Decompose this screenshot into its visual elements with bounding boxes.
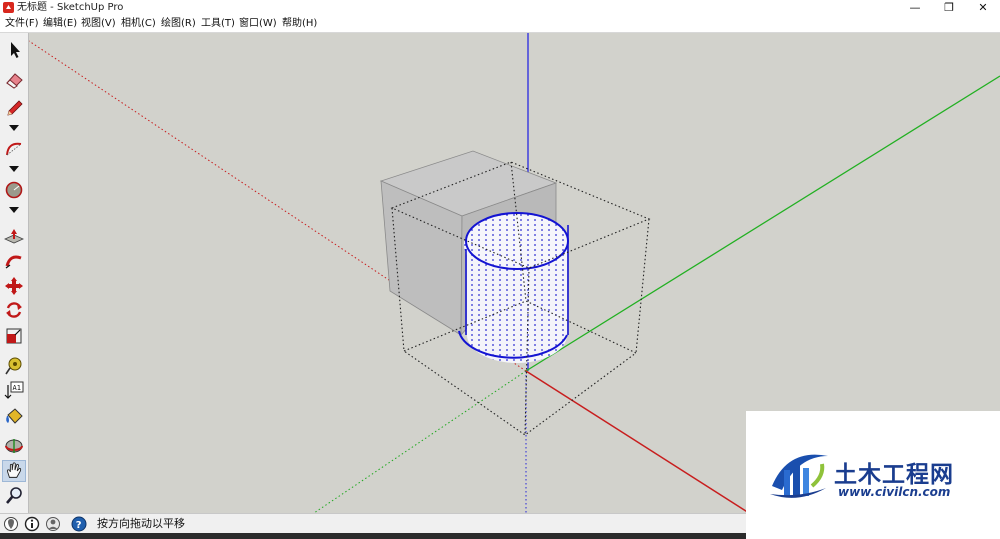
menu-edit[interactable]: 编辑(E) xyxy=(43,17,77,31)
rotate-icon xyxy=(6,302,22,318)
rotate-tool[interactable] xyxy=(2,299,26,321)
title-bar: 无标题 - SketchUp Pro — ❐ ✕ xyxy=(0,0,1000,16)
window-title: 无标题 - SketchUp Pro xyxy=(17,2,124,13)
follow-me-tool[interactable] xyxy=(2,250,26,272)
scale-icon xyxy=(6,328,22,344)
menu-view[interactable]: 视图(V) xyxy=(81,17,116,31)
info-icon[interactable] xyxy=(24,516,40,532)
move-tool[interactable] xyxy=(2,275,26,297)
menu-camera[interactable]: 相机(C) xyxy=(121,17,156,31)
arc-icon xyxy=(6,142,22,156)
watermark-url: www.civilcn.com xyxy=(838,485,951,499)
civilcn-logo-icon xyxy=(770,454,828,498)
menu-draw[interactable]: 绘图(R) xyxy=(161,17,196,31)
site-watermark: 土木工程网 www.civilcn.com xyxy=(746,411,1000,539)
menu-window[interactable]: 窗口(W) xyxy=(239,17,277,31)
pencil-dropdown-chevron-icon[interactable] xyxy=(8,124,20,132)
close-button[interactable]: ✕ xyxy=(966,0,1000,16)
restore-button[interactable]: ❐ xyxy=(932,0,966,16)
paint-bucket-tool[interactable] xyxy=(2,405,26,427)
large-tool-set: A1 xyxy=(0,33,29,513)
orbit-icon xyxy=(5,439,23,453)
magnifier-icon xyxy=(6,487,22,504)
shape-dropdown-chevron-icon[interactable] xyxy=(8,206,20,214)
minimize-button[interactable]: — xyxy=(898,0,932,16)
menu-bar: 文件(F) 编辑(E) 视图(V) 相机(C) 绘图(R) 工具(T) 窗口(W… xyxy=(0,16,1000,33)
green-axis-negative xyxy=(313,370,527,513)
text-tool-label: A1 xyxy=(13,384,21,392)
shape-tool[interactable] xyxy=(2,179,26,201)
user-icon[interactable] xyxy=(45,516,61,532)
zoom-tool[interactable] xyxy=(2,485,26,507)
geo-location-icon[interactable] xyxy=(3,516,19,532)
svg-text:?: ? xyxy=(76,520,82,531)
arrow-cursor-icon xyxy=(11,42,20,58)
move-icon xyxy=(5,277,23,295)
arc-dropdown-chevron-icon[interactable] xyxy=(8,165,20,173)
arc-tool[interactable] xyxy=(2,138,26,160)
pencil-icon xyxy=(7,100,23,116)
menu-help[interactable]: 帮助(H) xyxy=(282,17,317,31)
eraser-tool[interactable] xyxy=(2,69,26,91)
select-tool[interactable] xyxy=(2,39,26,61)
text-tool[interactable]: A1 xyxy=(2,379,26,401)
status-message: 按方向拖动以平移 xyxy=(97,517,185,530)
menu-file[interactable]: 文件(F) xyxy=(5,17,39,31)
scale-tool[interactable] xyxy=(2,325,26,347)
menu-tools[interactable]: 工具(T) xyxy=(201,17,235,31)
help-icon[interactable]: ? xyxy=(71,516,87,532)
circle-shape-icon xyxy=(5,181,23,199)
pencil-tool[interactable] xyxy=(2,97,26,119)
orbit-tool[interactable] xyxy=(2,435,26,457)
hand-pan-icon xyxy=(6,462,22,478)
text-label-icon: A1 xyxy=(4,381,24,399)
sketchup-app-icon xyxy=(3,2,14,13)
green-axis xyxy=(525,75,1000,372)
eraser-icon xyxy=(6,73,23,89)
follow-me-icon xyxy=(5,255,22,269)
watermark-name: 土木工程网 xyxy=(834,462,954,488)
red-axis xyxy=(525,370,750,513)
paint-bucket-icon xyxy=(6,408,23,424)
push-pull-tool[interactable] xyxy=(2,226,26,248)
tape-measure-tool[interactable] xyxy=(2,355,26,377)
push-pull-icon xyxy=(4,229,24,244)
tape-measure-icon xyxy=(5,357,22,375)
pan-tool[interactable] xyxy=(2,460,26,482)
cylinder-top-dots xyxy=(465,212,569,270)
